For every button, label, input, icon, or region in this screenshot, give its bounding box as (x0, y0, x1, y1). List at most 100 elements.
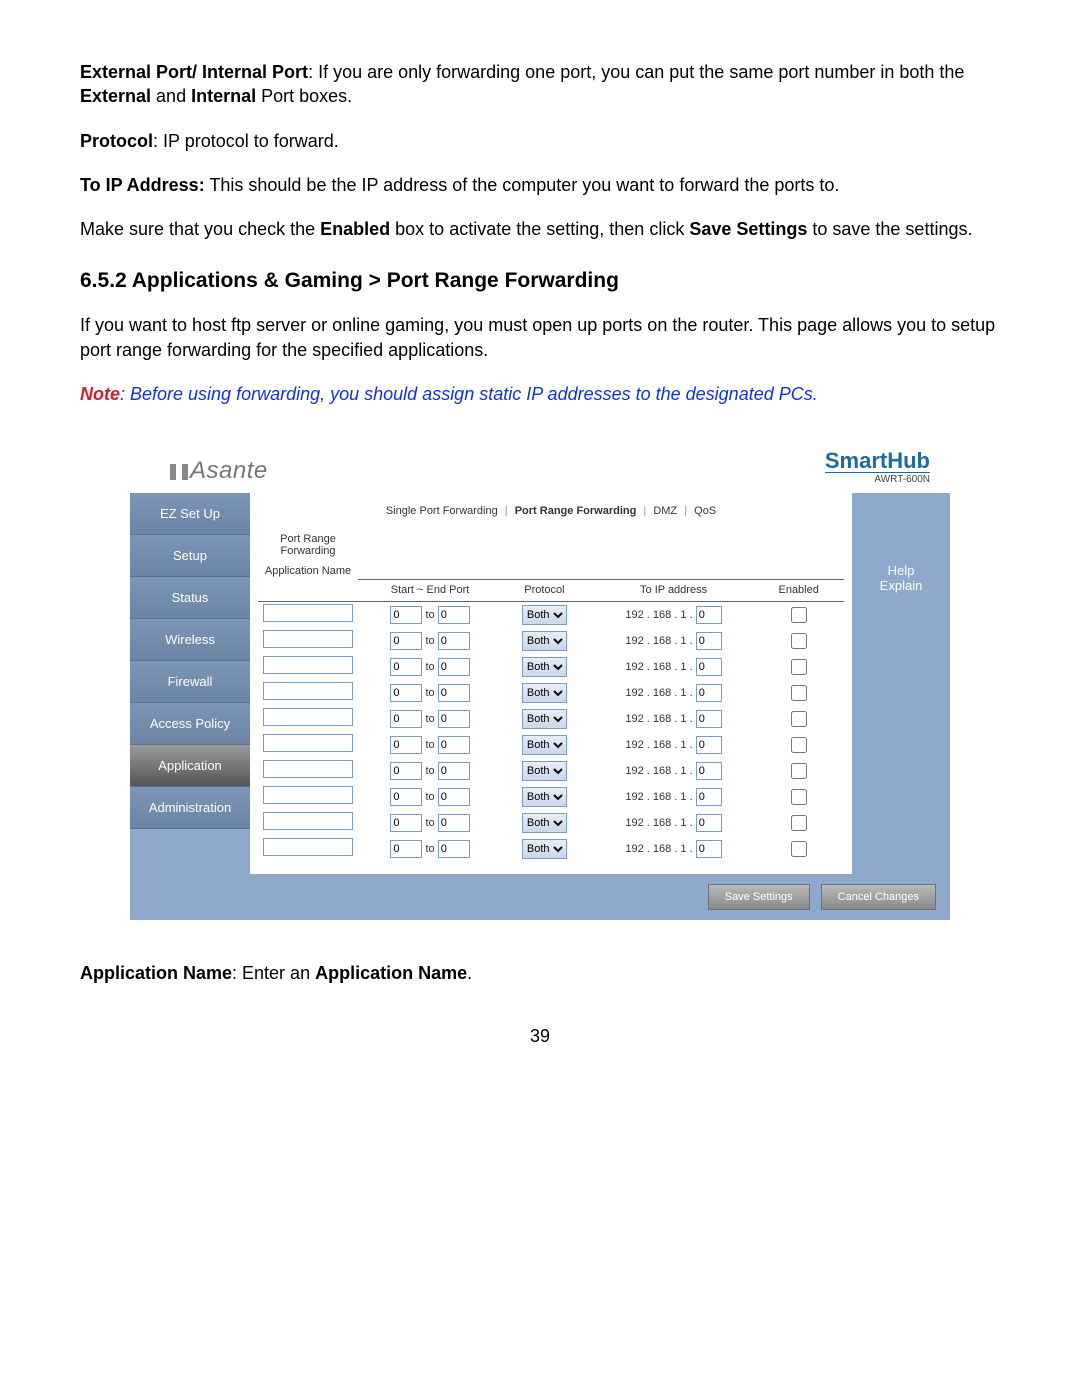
end-port-input[interactable] (438, 658, 470, 676)
ip-last-octet-input[interactable] (696, 632, 722, 650)
start-port-input[interactable] (390, 788, 422, 806)
ip-last-octet-input[interactable] (696, 658, 722, 676)
col-ip: To IP address (587, 579, 761, 600)
subnav-dmz[interactable]: DMZ (649, 505, 681, 517)
protocol-select[interactable]: Both (522, 735, 567, 755)
start-port-input[interactable] (390, 658, 422, 676)
enabled-checkbox[interactable] (791, 711, 807, 727)
enabled-checkbox[interactable] (791, 789, 807, 805)
start-port-input[interactable] (390, 736, 422, 754)
enabled-checkbox[interactable] (791, 607, 807, 623)
ip-last-octet-input[interactable] (696, 710, 722, 728)
note-lead: Note (80, 384, 120, 404)
enabled-checkbox[interactable] (791, 633, 807, 649)
end-port-input[interactable] (438, 840, 470, 858)
app-name-input[interactable] (263, 604, 353, 622)
start-port-input[interactable] (390, 814, 422, 832)
paragraph-enabled-note: Make sure that you check the Enabled box… (80, 217, 1000, 241)
sidebar-item-firewall[interactable]: Firewall (130, 661, 250, 703)
to-word: to (425, 661, 434, 673)
end-port-input[interactable] (438, 632, 470, 650)
sidebar-item-status[interactable]: Status (130, 577, 250, 619)
sidebar-item-administration[interactable]: Administration (130, 787, 250, 829)
ip-last-octet-input[interactable] (696, 814, 722, 832)
end-port-input[interactable] (438, 606, 470, 624)
end-port-input[interactable] (438, 814, 470, 832)
paragraph-intro: If you want to host ftp server or online… (80, 313, 1000, 362)
enabled-checkbox[interactable] (791, 841, 807, 857)
end-port-input[interactable] (438, 684, 470, 702)
enabled-checkbox[interactable] (791, 685, 807, 701)
end-port-input[interactable] (438, 736, 470, 754)
paragraph-to-ip: To IP Address: This should be the IP add… (80, 173, 1000, 197)
end-port-input[interactable] (438, 762, 470, 780)
enabled-checkbox[interactable] (791, 815, 807, 831)
ip-last-octet-input[interactable] (696, 762, 722, 780)
protocol-select[interactable]: Both (522, 787, 567, 807)
subnav-port-range[interactable]: Port Range Forwarding (511, 505, 641, 517)
note-line: Note: Before using forwarding, you shoul… (80, 382, 1000, 406)
app-name-input[interactable] (263, 656, 353, 674)
router-button-row: Save Settings Cancel Changes (130, 874, 950, 920)
start-port-input[interactable] (390, 684, 422, 702)
protocol-select[interactable]: Both (522, 657, 567, 677)
asante-mark-icon (170, 464, 188, 480)
app-name-input[interactable] (263, 734, 353, 752)
end-port-input[interactable] (438, 788, 470, 806)
table-row: to Both192 . 168 . 1 . (258, 732, 844, 758)
subnav-qos[interactable]: QoS (690, 505, 720, 517)
to-word: to (425, 687, 434, 699)
start-port-input[interactable] (390, 762, 422, 780)
ip-last-octet-input[interactable] (696, 788, 722, 806)
enabled-checkbox[interactable] (791, 659, 807, 675)
ip-prefix: 192 . 168 . 1 . (625, 765, 692, 777)
router-subnav: Single Port Forwarding | Port Range Forw… (258, 497, 844, 531)
enabled-checkbox[interactable] (791, 737, 807, 753)
sidebar-item-setup[interactable]: Setup (130, 535, 250, 577)
app-name-input[interactable] (263, 812, 353, 830)
router-sidebar: EZ Set Up Setup Status Wireless Firewall… (130, 493, 250, 874)
to-word: to (425, 609, 434, 621)
protocol-select[interactable]: Both (522, 761, 567, 781)
app-name-input[interactable] (263, 682, 353, 700)
table-row: to Both192 . 168 . 1 . (258, 758, 844, 784)
ip-last-octet-input[interactable] (696, 684, 722, 702)
table-row: to Both192 . 168 . 1 . (258, 810, 844, 836)
protocol-select[interactable]: Both (522, 839, 567, 859)
page-number: 39 (80, 1026, 1000, 1047)
cancel-changes-button[interactable]: Cancel Changes (821, 884, 936, 910)
section-heading: 6.5.2 Applications & Gaming > Port Range… (80, 269, 1000, 293)
app-name-input[interactable] (263, 838, 353, 856)
start-port-input[interactable] (390, 710, 422, 728)
ip-last-octet-input[interactable] (696, 606, 722, 624)
save-settings-button[interactable]: Save Settings (708, 884, 810, 910)
col-proto: Protocol (502, 579, 587, 600)
sidebar-item-access-policy[interactable]: Access Policy (130, 703, 250, 745)
end-port-input[interactable] (438, 710, 470, 728)
app-name-input[interactable] (263, 786, 353, 804)
subnav-sep: | (505, 505, 508, 517)
subnav-single-port[interactable]: Single Port Forwarding (382, 505, 502, 517)
sidebar-item-wireless[interactable]: Wireless (130, 619, 250, 661)
protocol-select[interactable]: Both (522, 813, 567, 833)
app-name-input[interactable] (263, 708, 353, 726)
start-port-input[interactable] (390, 632, 422, 650)
start-port-input[interactable] (390, 606, 422, 624)
ip-last-octet-input[interactable] (696, 840, 722, 858)
protocol-select[interactable]: Both (522, 605, 567, 625)
brand-left-text: Asante (190, 457, 268, 484)
protocol-select[interactable]: Both (522, 709, 567, 729)
ip-prefix: 192 . 168 . 1 . (625, 843, 692, 855)
sidebar-item-ezsetup[interactable]: EZ Set Up (130, 493, 250, 535)
app-name-input[interactable] (263, 630, 353, 648)
protocol-select[interactable]: Both (522, 631, 567, 651)
ip-last-octet-input[interactable] (696, 736, 722, 754)
sidebar-item-application[interactable]: Application (130, 745, 250, 787)
enabled-checkbox[interactable] (791, 763, 807, 779)
col-ports: Start ~ End Port (358, 579, 502, 600)
table-row: to Both192 . 168 . 1 . (258, 680, 844, 706)
help-explain-link[interactable]: Explain (852, 578, 950, 593)
start-port-input[interactable] (390, 840, 422, 858)
protocol-select[interactable]: Both (522, 683, 567, 703)
app-name-input[interactable] (263, 760, 353, 778)
